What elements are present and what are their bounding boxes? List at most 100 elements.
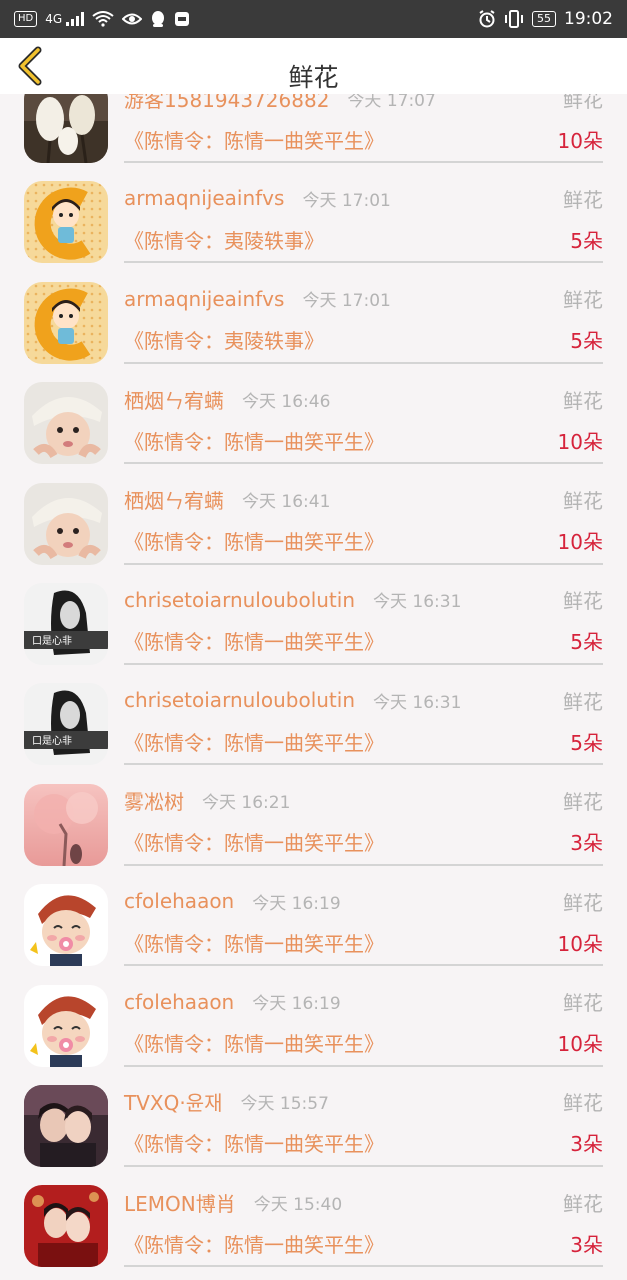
- gift-type-label: 鲜花: [563, 489, 603, 514]
- flower-count: 5朵: [570, 228, 603, 253]
- timestamp: 今天 17:07: [347, 94, 436, 111]
- item-detail: 《陈情令：夷陵轶事》 5朵: [124, 325, 603, 355]
- list-item-11[interactable]: TVXQ·윤재 今天 15:57 鲜花 《陈情令：陈情一曲笑平生》 3朵: [0, 1066, 627, 1167]
- timestamp: 今天 17:01: [302, 291, 391, 312]
- item-header: 雾凇树 今天 16:21 鲜花: [124, 787, 603, 815]
- item-detail: 《陈情令：陈情一曲笑平生》 3朵: [124, 827, 603, 857]
- avatar-child-in-hat[interactable]: [24, 482, 108, 565]
- item-detail: 《陈情令：陈情一曲笑平生》 10朵: [124, 526, 603, 556]
- flower-count: 5朵: [570, 630, 603, 655]
- item-detail: 《陈情令：陈情一曲笑平生》 10朵: [124, 124, 603, 154]
- gift-type-label: 鲜花: [563, 991, 603, 1016]
- list-item-1[interactable]: 游客1581943726882 今天 17:07 鲜花 《陈情令：陈情一曲笑平生…: [0, 94, 627, 163]
- timestamp: 今天 16:41: [242, 492, 331, 513]
- work-title[interactable]: 《陈情令：陈情一曲笑平生》: [124, 1028, 384, 1057]
- status-left-icons: HD 4G: [14, 10, 190, 28]
- flower-count: 10朵: [557, 128, 603, 153]
- item-header: cfolehaaon 今天 16:19 鲜花: [124, 887, 603, 915]
- flower-gift-list-content: 游客1581943726882 今天 17:07 鲜花 《陈情令：陈情一曲笑平生…: [0, 94, 627, 1268]
- gift-type-label: 鲜花: [563, 288, 603, 313]
- item-header: cfolehaaon 今天 16:19 鲜花: [124, 988, 603, 1016]
- work-title[interactable]: 《陈情令：陈情一曲笑平生》: [124, 727, 384, 756]
- user-name[interactable]: TVXQ·윤재: [124, 1087, 223, 1116]
- item-header: 栖烟ㄣ宥螨 今天 16:41 鲜花: [124, 486, 603, 514]
- list-item-3[interactable]: armaqnijeainfvs 今天 17:01 鲜花 《陈情令：夷陵轶事》 5…: [0, 263, 627, 364]
- user-name[interactable]: cfolehaaon: [124, 990, 234, 1014]
- item-header: 游客1581943726882 今天 17:07 鲜花: [124, 94, 603, 112]
- list-item-5[interactable]: 栖烟ㄣ宥螨 今天 16:41 鲜花 《陈情令：陈情一曲笑平生》 10朵: [0, 464, 627, 565]
- work-title[interactable]: 《陈情令：陈情一曲笑平生》: [124, 526, 384, 555]
- eye-icon: [122, 13, 142, 25]
- page-title: 鲜花: [288, 63, 339, 92]
- avatar-pink-blossom[interactable]: [24, 783, 108, 866]
- gift-type-label: 鲜花: [563, 589, 603, 614]
- avatar-bw-woman[interactable]: 口是心非: [24, 683, 108, 766]
- list-item-8[interactable]: 雾凇树 今天 16:21 鲜花 《陈情令：陈情一曲笑平生》 3朵: [0, 765, 627, 866]
- timestamp: 今天 17:01: [302, 190, 391, 211]
- list-item-12[interactable]: LEMON博肖 今天 15:40 鲜花 《陈情令：陈情一曲笑平生》 3朵: [0, 1166, 627, 1268]
- list-item-6[interactable]: 口是心非 chrisetoiarnuloubolutin 今天 16:31 鲜花…: [0, 564, 627, 665]
- user-name[interactable]: armaqnijeainfvs: [124, 186, 284, 210]
- timestamp: 今天 15:40: [253, 1194, 343, 1215]
- alarm-icon: [479, 10, 495, 28]
- qq-icon: [152, 11, 164, 27]
- work-title[interactable]: 《陈情令：陈情一曲笑平生》: [124, 827, 384, 856]
- work-title[interactable]: 《陈情令：陈情一曲笑平生》: [124, 1229, 384, 1258]
- item-detail: 《陈情令：陈情一曲笑平生》 5朵: [124, 626, 603, 656]
- item-header: 栖烟ㄣ宥螨 今天 16:46 鲜花: [124, 385, 603, 413]
- vibrate-icon: [505, 10, 523, 28]
- user-name[interactable]: chrisetoiarnuloubolutin: [124, 588, 355, 612]
- item-detail: 《陈情令：陈情一曲笑平生》 3朵: [124, 1128, 603, 1158]
- battery-icon: 55: [532, 11, 556, 27]
- 4g-signal-icon: 4G: [45, 12, 84, 27]
- work-title[interactable]: 《陈情令：夷陵轶事》: [124, 325, 324, 354]
- item-detail: 《陈情令：陈情一曲笑平生》 3朵: [124, 1228, 603, 1258]
- list-item-4[interactable]: 栖烟ㄣ宥螨 今天 16:46 鲜花 《陈情令：陈情一曲笑平生》 10朵: [0, 363, 627, 465]
- timestamp: 今天 16:19: [252, 893, 341, 914]
- user-name[interactable]: 雾凇树: [124, 786, 184, 815]
- work-title[interactable]: 《陈情令：陈情一曲笑平生》: [124, 426, 384, 455]
- avatar-cartoon-baby[interactable]: [24, 884, 108, 967]
- user-name[interactable]: armaqnijeainfvs: [124, 287, 284, 311]
- list-item-2[interactable]: armaqnijeainfvs 今天 17:01 鲜花 《陈情令：夷陵轶事》 5…: [0, 162, 627, 264]
- gift-type-label: 鲜花: [563, 1091, 603, 1116]
- gift-type-label: 鲜花: [563, 187, 603, 212]
- timestamp: 今天 16:46: [242, 391, 331, 412]
- gift-type-label: 鲜花: [563, 388, 603, 413]
- avatar-couple-photo[interactable]: [24, 1084, 108, 1167]
- divider: [124, 1265, 603, 1268]
- flower-gift-list[interactable]: 游客1581943726882 今天 17:07 鲜花 《陈情令：陈情一曲笑平生…: [0, 94, 627, 1280]
- avatar-red-couple[interactable]: [24, 1185, 108, 1268]
- user-name[interactable]: cfolehaaon: [124, 889, 234, 913]
- work-title[interactable]: 《陈情令：陈情一曲笑平生》: [124, 626, 384, 655]
- list-item-10[interactable]: cfolehaaon 今天 16:19 鲜花 《陈情令：陈情一曲笑平生》 10朵: [0, 966, 627, 1067]
- user-name[interactable]: 栖烟ㄣ宥螨: [124, 485, 224, 514]
- avatar-cartoon-letter-c[interactable]: [24, 181, 108, 264]
- avatar-cartoon-letter-c[interactable]: [24, 281, 108, 364]
- avatar-child-in-hat[interactable]: [24, 382, 108, 465]
- gift-type-label: 鲜花: [563, 890, 603, 915]
- user-name[interactable]: LEMON博肖: [124, 1188, 236, 1217]
- app-icon: [175, 12, 189, 26]
- flower-count: 5朵: [570, 329, 603, 354]
- avatar-bw-woman[interactable]: 口是心非: [24, 582, 108, 665]
- work-title[interactable]: 《陈情令：陈情一曲笑平生》: [124, 125, 384, 154]
- work-title[interactable]: 《陈情令：陈情一曲笑平生》: [124, 928, 384, 957]
- status-right-icons: 55 19:02: [478, 9, 613, 29]
- avatar-cartoon-baby[interactable]: [24, 984, 108, 1067]
- item-detail: 《陈情令：夷陵轶事》 5朵: [124, 224, 603, 254]
- flower-count: 10朵: [557, 429, 603, 454]
- user-name[interactable]: 栖烟ㄣ宥螨: [124, 385, 224, 414]
- hd-icon: HD: [14, 11, 38, 27]
- avatar-magnolia-flowers[interactable]: [24, 94, 108, 163]
- list-item-7[interactable]: 口是心非 chrisetoiarnuloubolutin 今天 16:31 鲜花…: [0, 664, 627, 766]
- user-name[interactable]: chrisetoiarnuloubolutin: [124, 688, 355, 712]
- list-item-9[interactable]: cfolehaaon 今天 16:19 鲜花 《陈情令：陈情一曲笑平生》 10朵: [0, 865, 627, 967]
- avatar-caption: 口是心非: [32, 735, 72, 747]
- item-detail: 《陈情令：陈情一曲笑平生》 10朵: [124, 1028, 603, 1058]
- item-header: armaqnijeainfvs 今天 17:01 鲜花: [124, 285, 603, 313]
- work-title[interactable]: 《陈情令：陈情一曲笑平生》: [124, 1128, 384, 1157]
- work-title[interactable]: 《陈情令：夷陵轶事》: [124, 225, 324, 254]
- user-name[interactable]: 游客1581943726882: [124, 94, 329, 113]
- item-header: TVXQ·윤재 今天 15:57 鲜花: [124, 1088, 603, 1116]
